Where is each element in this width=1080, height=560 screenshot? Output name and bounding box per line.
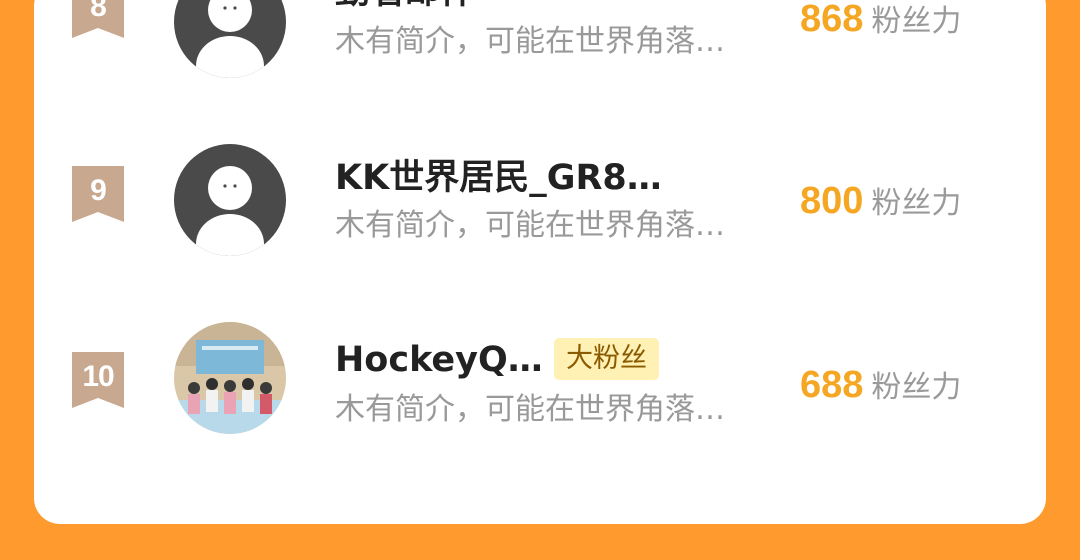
user-bio: 木有简介，可能在世界角落…: [335, 24, 725, 59]
user-avatar[interactable]: [174, 144, 286, 256]
rank-number: 8: [90, 0, 107, 23]
fan-power-unit: 粉丝力: [871, 370, 962, 405]
user-name[interactable]: HockeyQ…: [335, 340, 543, 380]
default-avatar-icon: [174, 0, 286, 78]
user-avatar[interactable]: [174, 322, 286, 434]
default-avatar-icon: [174, 144, 286, 256]
fan-power-score: 800 粉丝力: [800, 180, 961, 229]
fan-power-unit: 粉丝力: [871, 186, 962, 221]
rank-badge: 10: [72, 352, 124, 408]
rank-badge: 8: [72, 0, 124, 38]
user-name[interactable]: KK世界居民_GR8…: [335, 158, 662, 198]
ranking-row[interactable]: 10 HockeyQ… 大粉丝 木有简介，可能在世界角落… 688 粉丝力: [34, 322, 1046, 470]
photo-avatar: [174, 322, 286, 434]
rank-badge: 9: [72, 166, 124, 222]
fan-power-score: 688 粉丝力: [800, 364, 961, 413]
fan-power-value: 800: [800, 180, 864, 222]
big-fan-badge: 大粉丝: [554, 338, 659, 380]
rank-number: 9: [90, 174, 107, 207]
fan-power-value: 868: [800, 0, 864, 40]
user-avatar[interactable]: [174, 0, 286, 78]
user-bio: 木有简介，可能在世界角落…: [335, 392, 725, 427]
fan-ranking-card: 8 勤看邮件 木有简介，可能在世界角落… 868粉丝力 9: [34, 0, 1046, 524]
fan-power-unit: 粉丝力: [871, 4, 962, 39]
user-bio: 木有简介，可能在世界角落…: [335, 208, 725, 243]
fan-power-score: 868 粉丝力: [800, 0, 961, 47]
rank-number: 10: [82, 360, 114, 393]
fan-power-value: 688: [800, 364, 864, 406]
user-name[interactable]: 勤看邮件: [335, 0, 475, 12]
ranking-row[interactable]: 9 KK世界居民_GR8… 木有简介，可能在世界角落… 800 粉丝力: [34, 144, 1046, 274]
ranking-row[interactable]: 8 勤看邮件 木有简介，可能在世界角落… 868粉丝力: [34, 0, 1046, 82]
